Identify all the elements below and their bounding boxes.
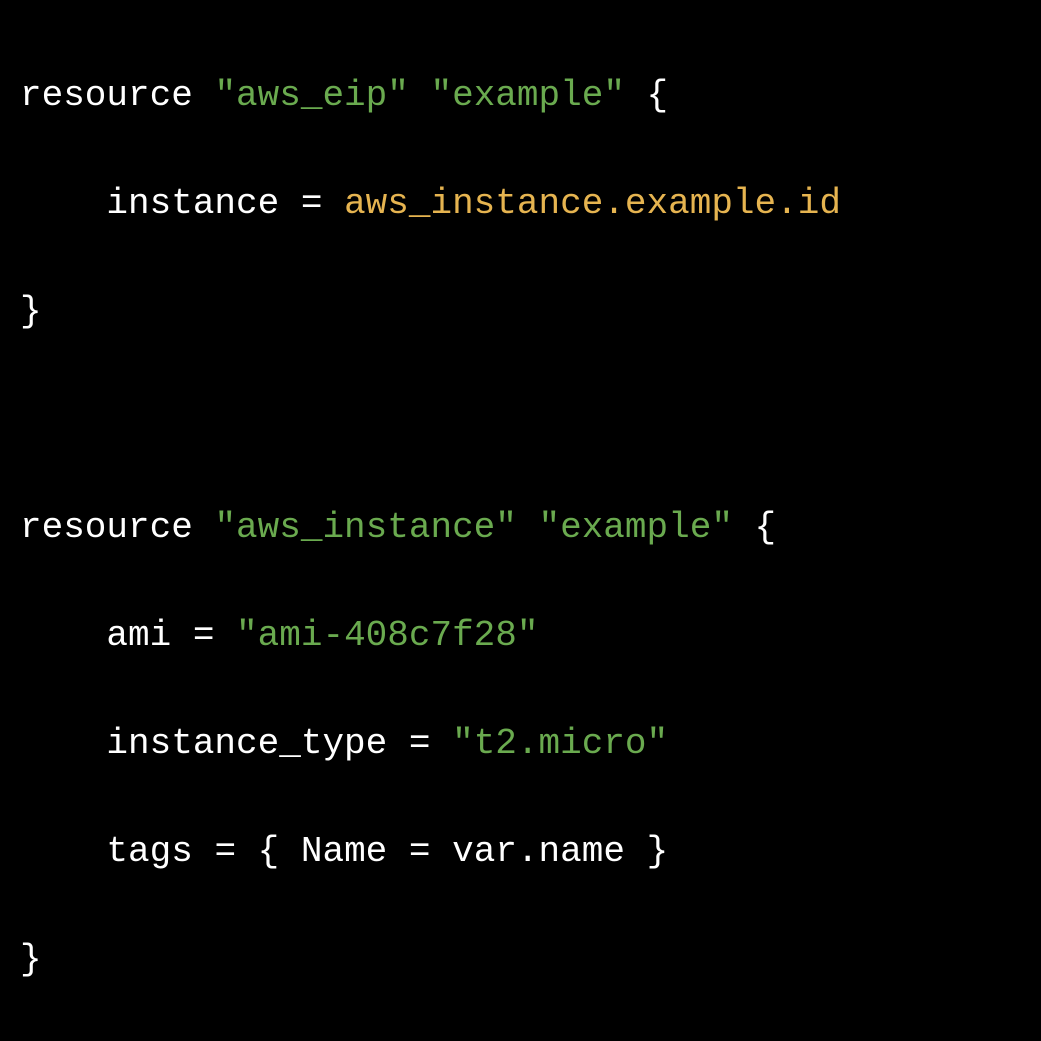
code-line-1: resource "aws_eip" "example" {: [20, 69, 1021, 123]
brace-close: }: [20, 939, 42, 980]
brace-close: }: [20, 291, 42, 332]
code-line-3: }: [20, 285, 1021, 339]
string-aws-eip: "aws_eip": [214, 75, 408, 116]
code-line-6: ami = "ami-408c7f28": [20, 609, 1021, 663]
keyword-resource: resource: [20, 507, 193, 548]
brace-open: {: [755, 507, 777, 548]
code-line-4: [20, 393, 1021, 447]
code-line-8: tags = { Name = var.name }: [20, 825, 1021, 879]
brace-close: }: [647, 831, 669, 872]
reference-instance-id: aws_instance.example.id: [344, 183, 841, 224]
attribute-ami: ami: [106, 615, 171, 656]
operator-equals: =: [409, 831, 431, 872]
attribute-tags: tags: [106, 831, 192, 872]
string-t2-micro: "t2.micro": [452, 723, 668, 764]
operator-equals: =: [409, 723, 431, 764]
key-name: Name: [301, 831, 387, 872]
string-aws-instance: "aws_instance": [214, 507, 516, 548]
code-editor: resource "aws_eip" "example" { instance …: [20, 15, 1021, 1041]
brace-open: {: [647, 75, 669, 116]
brace-open: {: [258, 831, 280, 872]
string-example: "example": [430, 75, 624, 116]
attribute-instance: instance: [106, 183, 279, 224]
operator-equals: =: [214, 831, 236, 872]
code-line-5: resource "aws_instance" "example" {: [20, 501, 1021, 555]
attribute-instance-type: instance_type: [106, 723, 387, 764]
value-var-name: var.name: [452, 831, 625, 872]
string-example: "example": [539, 507, 733, 548]
code-line-2: instance = aws_instance.example.id: [20, 177, 1021, 231]
code-line-7: instance_type = "t2.micro": [20, 717, 1021, 771]
operator-equals: =: [193, 615, 215, 656]
string-ami-value: "ami-408c7f28": [236, 615, 538, 656]
code-line-9: }: [20, 933, 1021, 987]
operator-equals: =: [301, 183, 323, 224]
keyword-resource: resource: [20, 75, 193, 116]
